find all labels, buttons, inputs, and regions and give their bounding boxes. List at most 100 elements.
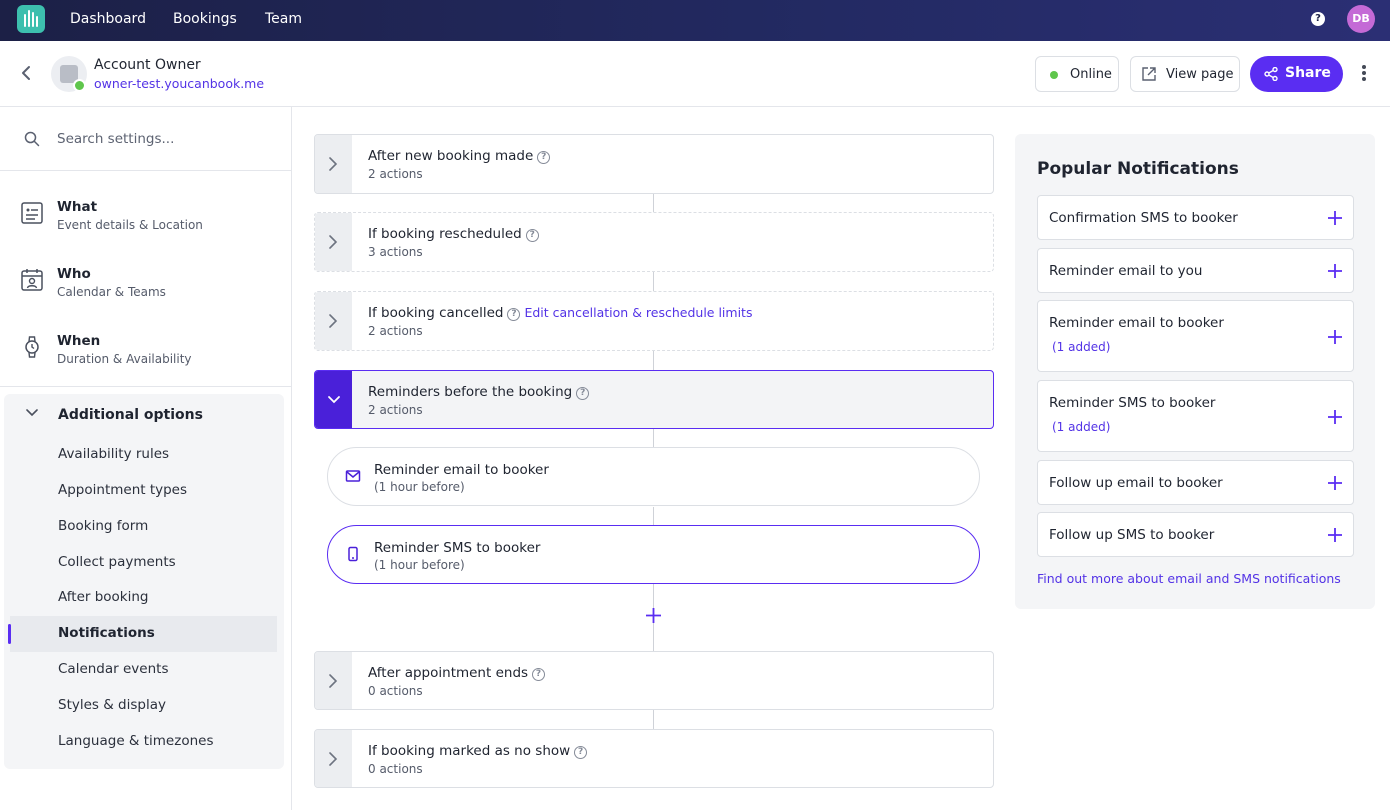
trigger-reminders-before-booking[interactable]: Reminders before the booking? 2 actions <box>314 370 994 429</box>
account-url-link[interactable]: owner-test.youcanbook.me <box>94 76 264 91</box>
form-icon <box>21 202 43 224</box>
added-count-badge: (1 added) <box>1052 340 1111 354</box>
sidebar-item-notifications[interactable]: Notifications <box>8 616 277 652</box>
plus-icon[interactable] <box>1328 211 1342 225</box>
share-button[interactable]: Share <box>1250 56 1343 92</box>
popular-item-follow-up-email[interactable]: Follow up email to booker <box>1037 460 1354 505</box>
trigger-booking-no-show[interactable]: If booking marked as no show? 0 actions <box>314 729 994 788</box>
nav-team[interactable]: Team <box>265 11 302 27</box>
sidebar-item-calendar-events[interactable]: Calendar events <box>10 652 277 688</box>
help-icon[interactable]: ? <box>532 668 546 681</box>
add-action-plus-icon[interactable] <box>645 607 662 624</box>
expand-handle[interactable] <box>315 730 352 787</box>
trigger-action-count: 3 actions <box>368 245 423 259</box>
plus-icon[interactable] <box>1328 476 1342 490</box>
expand-handle[interactable] <box>315 292 352 350</box>
nav-dashboard[interactable]: Dashboard <box>70 11 146 27</box>
help-icon[interactable]: ? <box>525 229 539 242</box>
sidebar-item-appointment-types[interactable]: Appointment types <box>10 473 277 509</box>
trigger-after-appointment-ends[interactable]: After appointment ends? 0 actions <box>314 651 994 710</box>
help-icon[interactable]: ? <box>537 151 551 164</box>
trigger-booking-cancelled[interactable]: If booking cancelled? Edit cancellation &… <box>314 291 994 351</box>
settings-sidebar: What Event details & Location Who Calend… <box>0 107 292 810</box>
sidebar-section-what[interactable]: What Event details & Location <box>0 191 291 251</box>
sidebar-item-styles-display[interactable]: Styles & display <box>10 688 277 724</box>
trigger-title-text: Reminders before the booking <box>368 384 573 400</box>
sidebar-item-label: Collect payments <box>58 554 176 570</box>
sidebar-section-title: When <box>57 333 101 349</box>
sidebar-item-label: After booking <box>58 589 149 605</box>
sidebar-item-after-booking[interactable]: After booking <box>10 580 277 616</box>
sidebar-item-collect-payments[interactable]: Collect payments <box>10 545 277 581</box>
popular-item-label: Reminder SMS to booker <box>1049 395 1216 411</box>
trigger-title: If booking marked as no show? <box>368 743 588 759</box>
trigger-booking-rescheduled[interactable]: If booking rescheduled? 3 actions <box>314 212 994 272</box>
action-reminder-sms-to-booker[interactable]: Reminder SMS to booker (1 hour before) <box>327 525 980 584</box>
view-page-button[interactable]: View page <box>1130 56 1240 92</box>
user-avatar[interactable]: DB <box>1347 5 1375 33</box>
expand-handle[interactable] <box>315 652 352 709</box>
sidebar-item-label: Styles & display <box>58 697 166 713</box>
chevron-right-icon <box>329 157 338 171</box>
chevron-down-icon <box>328 396 340 404</box>
sidebar-item-label: Availability rules <box>58 446 170 462</box>
sidebar-section-title: Who <box>57 266 91 282</box>
popular-item-reminder-sms-booker[interactable]: Reminder SMS to booker (1 added) <box>1037 380 1354 452</box>
chevron-right-icon <box>329 314 338 328</box>
popular-item-reminder-email-you[interactable]: Reminder email to you <box>1037 248 1354 293</box>
trigger-title: If booking cancelled? Edit cancellation &… <box>368 305 752 321</box>
popular-item-confirmation-sms[interactable]: Confirmation SMS to booker <box>1037 195 1354 240</box>
back-arrow-icon[interactable] <box>20 65 32 81</box>
help-icon[interactable]: ? <box>507 308 521 321</box>
online-toggle-button[interactable]: Online <box>1035 56 1119 92</box>
notifications-workflow: After new booking made? 2 actions If boo… <box>293 107 1390 810</box>
help-icon[interactable]: ? <box>574 746 588 759</box>
sidebar-item-language-timezones[interactable]: Language & timezones <box>10 724 277 760</box>
sidebar-item-label: Booking form <box>58 518 149 534</box>
help-circle-icon[interactable]: ? <box>1311 12 1325 26</box>
connector-line <box>653 272 654 291</box>
popular-item-reminder-email-booker[interactable]: Reminder email to booker (1 added) <box>1037 300 1354 372</box>
trigger-action-count: 0 actions <box>368 684 423 698</box>
nav-bookings[interactable]: Bookings <box>173 11 237 27</box>
trigger-title-text: After appointment ends <box>368 665 529 681</box>
plus-icon[interactable] <box>1328 528 1342 542</box>
sidebar-section-title: What <box>57 199 98 215</box>
app-logo[interactable] <box>17 5 45 33</box>
search-icon <box>24 131 40 147</box>
edit-cancellation-limits-link[interactable]: Edit cancellation & reschedule limits <box>524 305 752 320</box>
popular-item-label: Follow up SMS to booker <box>1049 527 1215 543</box>
collapse-handle[interactable] <box>315 371 352 428</box>
action-reminder-email-to-booker[interactable]: Reminder email to booker (1 hour before) <box>327 447 980 506</box>
expand-handle[interactable] <box>315 135 352 193</box>
chevron-right-icon <box>329 235 338 249</box>
trigger-title: Reminders before the booking? <box>368 384 590 400</box>
connector-line <box>653 507 654 526</box>
popular-item-label: Follow up email to booker <box>1049 475 1223 491</box>
sidebar-item-label: Calendar events <box>58 661 169 677</box>
more-options-icon[interactable] <box>1356 65 1372 83</box>
popular-notifications-panel: Popular Notifications Confirmation SMS t… <box>1015 134 1375 609</box>
sidebar-section-subtitle: Calendar & Teams <box>57 285 166 299</box>
learn-more-notifications-link[interactable]: Find out more about email and SMS notifi… <box>1037 571 1341 586</box>
help-icon[interactable]: ? <box>576 387 590 400</box>
plus-icon[interactable] <box>1328 330 1342 344</box>
sidebar-section-who[interactable]: Who Calendar & Teams <box>0 258 291 318</box>
connector-line <box>653 429 654 448</box>
account-header: Account Owner owner-test.youcanbook.me O… <box>0 41 1390 107</box>
calendar-person-icon <box>21 269 43 291</box>
popular-item-follow-up-sms[interactable]: Follow up SMS to booker <box>1037 512 1354 557</box>
search-settings-input[interactable] <box>57 129 267 149</box>
trigger-after-new-booking[interactable]: After new booking made? 2 actions <box>314 134 994 194</box>
sidebar-item-availability-rules[interactable]: Availability rules <box>10 437 277 473</box>
expand-handle[interactable] <box>315 213 352 271</box>
plus-icon[interactable] <box>1328 264 1342 278</box>
trigger-title-text: If booking cancelled <box>368 305 504 321</box>
sidebar-section-when[interactable]: When Duration & Availability <box>0 325 291 385</box>
sidebar-item-booking-form[interactable]: Booking form <box>10 509 277 545</box>
chevron-right-icon <box>329 752 338 766</box>
plus-icon[interactable] <box>1328 410 1342 424</box>
additional-options-toggle[interactable]: Additional options <box>4 394 284 434</box>
additional-options-panel: Additional options Availability rules Ap… <box>4 394 284 769</box>
popular-item-label: Reminder email to you <box>1049 263 1203 279</box>
